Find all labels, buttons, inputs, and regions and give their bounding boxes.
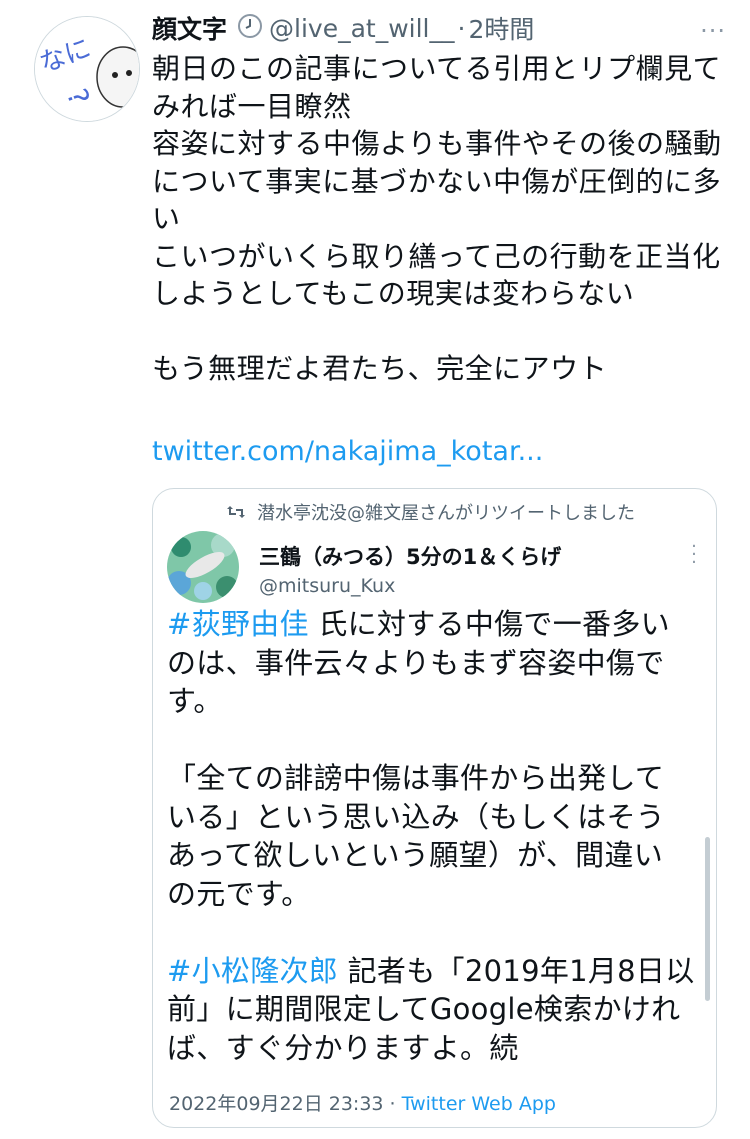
quoted-handle[interactable]: @mitsuru_Kux (259, 575, 395, 597)
timestamp[interactable]: 2時間 (468, 10, 534, 46)
date-separator: · (383, 1093, 402, 1115)
tweet-header: 顔文字 @live_at_will__ · 2時間 (152, 10, 730, 46)
avatar[interactable]: なに ? (34, 16, 140, 122)
quoted-text-part: 氏に対する中傷で一番多い のは、事件云々よりもまず容姿中傷で す。 「全ての誹謗… (167, 607, 670, 911)
hashtag-link[interactable]: #小松隆次郎 (167, 954, 338, 988)
tweet-link[interactable]: twitter.com/nakajima_kotar... (152, 436, 543, 467)
quoted-tweet[interactable]: 潜水亭沈没@雑文屋さんがリツイートしました 三鶴（みつる）5分の1＆くらげ @m… (152, 488, 717, 1128)
clock-icon (237, 13, 263, 43)
retweet-notice-text: 潜水亭沈没@雑文屋さんがリツイートしました (257, 503, 635, 524)
quoted-text: #荻野由佳 氏に対する中傷で一番多い のは、事件云々よりもまず容姿中傷で す。 … (167, 605, 712, 1067)
avatar-image: なに ? (35, 17, 139, 121)
quoted-date: 2022年09月22日 23:33 (169, 1093, 384, 1115)
user-handle[interactable]: @live_at_will__ (269, 14, 454, 43)
quoted-date-line: 2022年09月22日 23:33 · Twitter Web App (169, 1089, 556, 1116)
separator-dot: · (457, 13, 466, 43)
scrollbar[interactable] (705, 837, 710, 1001)
quoted-display-name[interactable]: 三鶴（みつる）5分の1＆くらげ (259, 541, 561, 571)
display-name[interactable]: 顔文字 (152, 10, 227, 46)
hashtag-link[interactable]: #荻野由佳 (167, 607, 309, 641)
more-icon[interactable]: ... (700, 10, 726, 38)
retweet-notice: 潜水亭沈没@雑文屋さんがリツイートしました (227, 499, 635, 525)
tweet-text: 朝日のこの記事についてる引用とリプ欄見て みれば一目瞭然 容姿に対する中傷よりも… (152, 52, 722, 385)
retweet-icon (227, 506, 245, 518)
source-app-link[interactable]: Twitter Web App (402, 1093, 556, 1115)
quoted-avatar[interactable] (167, 531, 239, 603)
quoted-more-icon[interactable]: · · · (690, 538, 698, 572)
